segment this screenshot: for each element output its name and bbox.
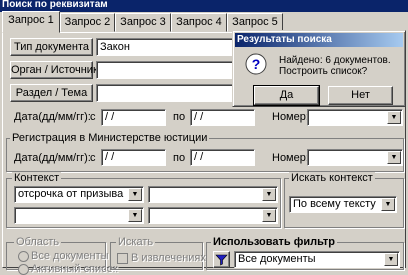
number-label: Номер: [272,111,309,123]
registration-to-label: по [173,152,186,164]
search-context-value: По всему тексту [293,198,376,210]
chevron-down-icon[interactable]: ▼ [387,111,401,124]
search-context-select[interactable]: По всему тексту ▼ [289,196,397,213]
registration-from-field[interactable]: / / [101,149,166,166]
window-title: Поиск по реквизитам [0,0,408,12]
registration-to-field[interactable]: / / [190,149,255,166]
area-option-1-label: Все документы [31,250,109,262]
context-field-1-value: отсрочка от призыва [18,188,124,200]
dialog-title: Результаты поиска [235,33,403,47]
filter-select[interactable]: Все документы ▼ [234,251,400,268]
chevron-down-icon[interactable]: ▼ [128,188,142,201]
context-field-1[interactable]: отсрочка от призыва ▼ [14,186,144,203]
chevron-down-icon[interactable]: ▼ [128,209,142,222]
date-from-field[interactable]: / / [101,109,166,126]
search-in-group-label: Искать [116,236,156,248]
area-option-1-radio[interactable] [18,251,29,262]
chevron-down-icon[interactable]: ▼ [387,151,401,164]
registration-from-label: с [90,152,96,164]
filter-value: Все документы [238,253,316,265]
question-icon: ? [245,53,267,75]
tab-query-4[interactable]: Запрос 4 [171,13,227,32]
area-group-label: Область [14,236,62,248]
organ-button[interactable]: Орган / Источник [10,61,98,79]
dialog-message-line-1: Найдено: 6 документов. [279,55,391,66]
tab-query-1[interactable]: Запрос 1 [2,11,60,33]
context-group-label: Контекст [12,172,62,184]
number-combo[interactable]: ▼ [307,109,403,126]
tab-query-3[interactable]: Запрос 3 [115,13,171,32]
chevron-down-icon[interactable]: ▼ [262,188,276,201]
area-option-2-label: Активный список [31,263,118,275]
registration-date-label: Дата(дд/мм/гг): [14,152,91,164]
search-context-group-label: Искать контекст [289,172,375,184]
no-button[interactable]: Нет [328,86,393,105]
funnel-icon[interactable] [213,251,230,268]
filter-group-label: Использовать фильтр [211,236,337,248]
svg-text:?: ? [252,56,261,72]
dialog-message-line-2: Построить список? [279,66,368,77]
chevron-down-icon[interactable]: ▼ [381,198,395,211]
date-from-label: с [90,111,96,123]
date-to-field[interactable]: / / [190,109,255,126]
tab-query-2[interactable]: Запрос 2 [60,13,115,32]
doc-type-button[interactable]: Тип документа [10,38,93,56]
date-to-label: по [173,111,186,123]
chevron-down-icon[interactable]: ▼ [262,209,276,222]
registration-number-label: Номер: [272,152,309,164]
context-field-3[interactable]: ▼ [14,207,144,224]
yes-button[interactable]: Да [253,85,320,106]
context-field-2[interactable]: ▼ [148,186,278,203]
chevron-down-icon[interactable]: ▼ [384,253,398,266]
section-button[interactable]: Раздел / Тема [10,84,93,102]
date-label: Дата(дд/мм/гг): [14,111,91,123]
registration-number-combo[interactable]: ▼ [307,149,403,166]
registration-group-label: Регистрация в Министерстве юстиции [10,132,210,144]
search-in-checkbox[interactable] [117,253,128,264]
context-field-4[interactable]: ▼ [148,207,278,224]
search-results-dialog: Результаты поиска ? Найдено: 6 документо… [232,30,406,107]
search-in-checkbox-label: В извлечениях [131,252,206,264]
